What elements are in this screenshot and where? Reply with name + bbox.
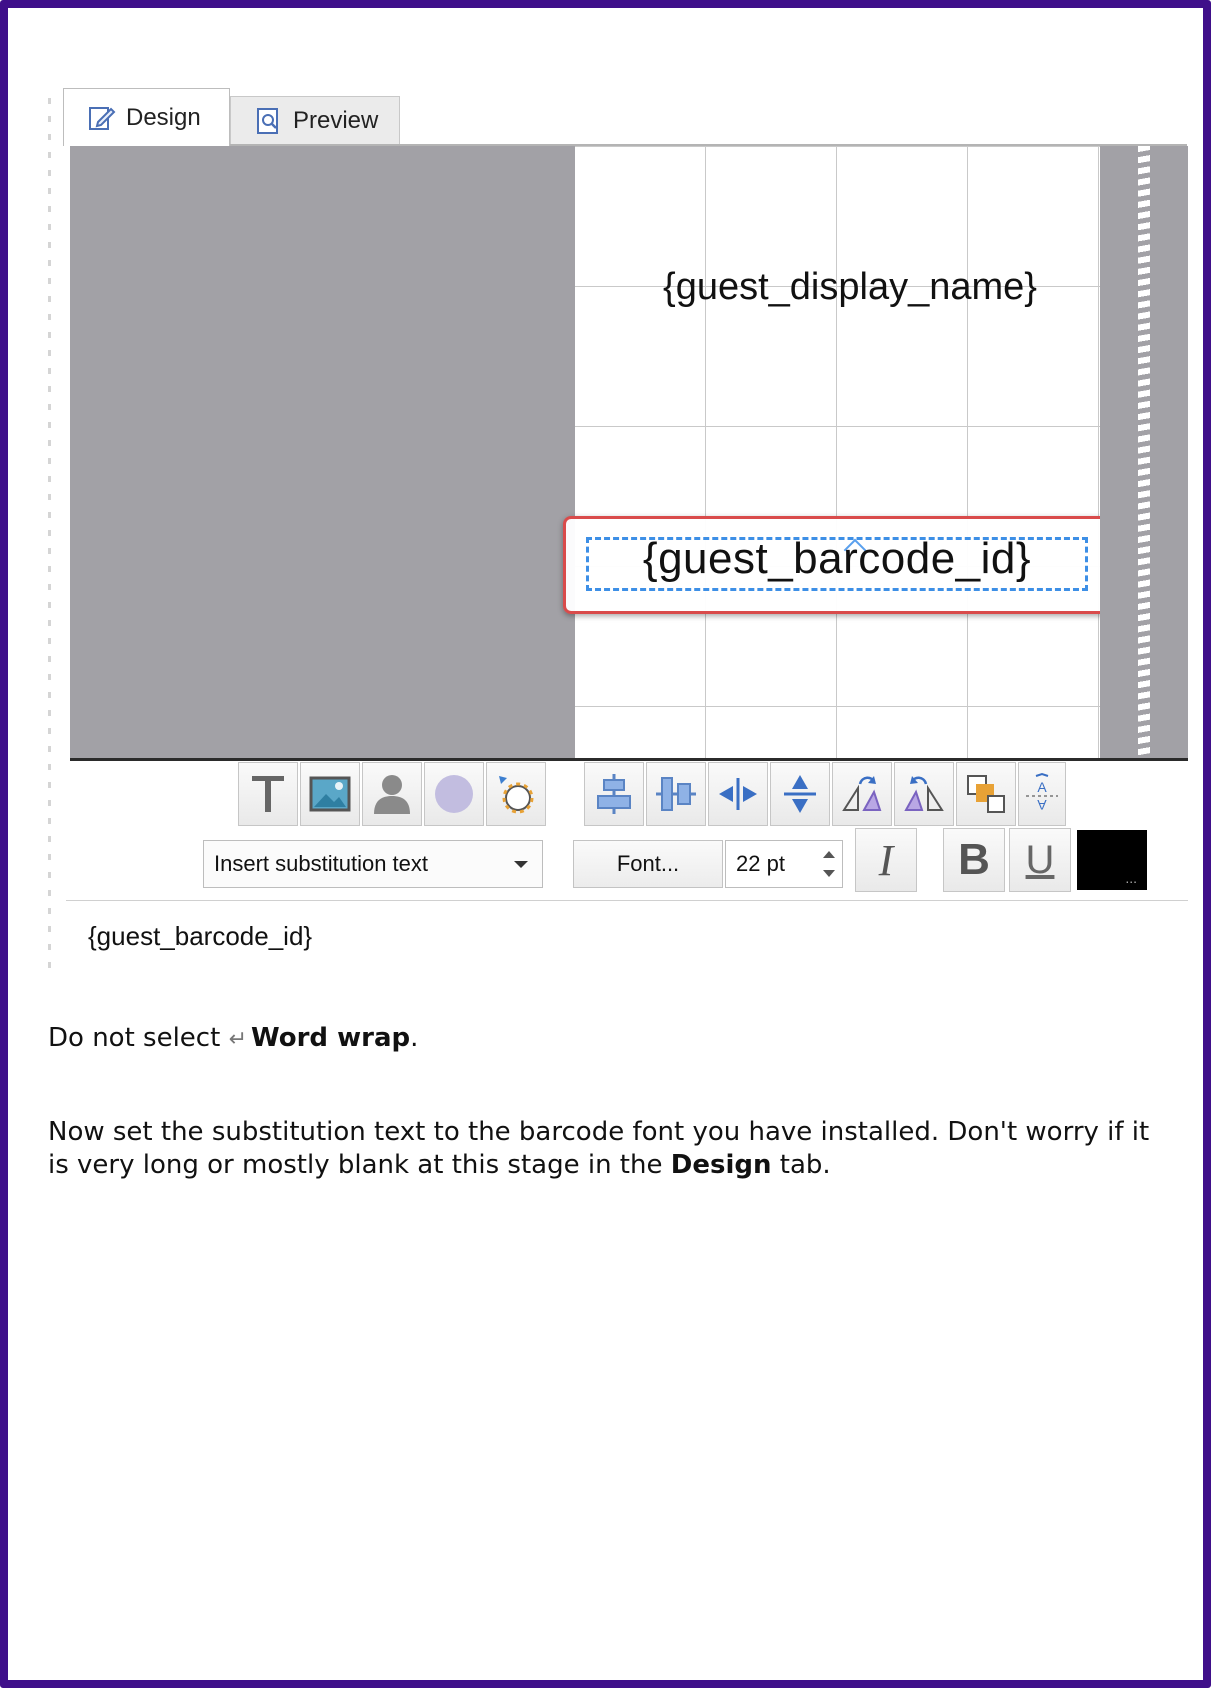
page-frame: Design Preview {guest_display_name} {gue… xyxy=(0,0,1211,1688)
align-center-horizontal-button[interactable] xyxy=(584,762,644,826)
add-shape-rotate-button[interactable] xyxy=(486,762,546,826)
bring-to-front-button[interactable] xyxy=(956,762,1016,826)
word-wrap-icon: ↵ xyxy=(228,1027,247,1052)
center-horizontally-button[interactable] xyxy=(708,762,768,826)
color-button-ellipsis: ... xyxy=(1125,870,1137,886)
font-size-stepper[interactable]: 22 pt xyxy=(725,840,843,888)
text-color-button[interactable]: ... xyxy=(1077,830,1147,890)
text-icon xyxy=(252,776,284,812)
tab-preview[interactable]: Preview xyxy=(230,96,400,144)
designer-screenshot: Design Preview {guest_display_name} {gue… xyxy=(48,68,1188,969)
person-icon xyxy=(374,775,410,814)
instruction-word-wrap: Do not select ↵ Word wrap. xyxy=(48,1022,418,1056)
word-wrap-term: Word wrap xyxy=(251,1023,411,1053)
p1-suffix: . xyxy=(410,1023,419,1053)
p2-text: Now set the substitution text to the bar… xyxy=(48,1117,1150,1180)
bold-label: B xyxy=(958,835,990,884)
highlight-callout: {guest_barcode_id} xyxy=(563,516,1109,614)
align-middle-icon xyxy=(656,777,696,811)
torn-edge-area xyxy=(1100,146,1150,758)
svg-text:A: A xyxy=(1037,779,1047,795)
bold-button[interactable]: B xyxy=(943,828,1005,892)
design-canvas[interactable]: {guest_display_name} {guest_barcode_id} xyxy=(70,146,1188,761)
tab-strip: Design Preview xyxy=(63,88,1187,146)
vertical-text-icon: A A xyxy=(1026,772,1058,813)
p1-prefix: Do not select xyxy=(48,1023,229,1053)
substitution-text-field[interactable]: {guest_barcode_id} xyxy=(66,900,1188,969)
barcode-text: {guest_barcode_id} xyxy=(642,534,1032,583)
insert-substitution-label: Insert substitution text xyxy=(214,851,428,876)
add-shape-button[interactable] xyxy=(424,762,484,826)
design-term: Design xyxy=(670,1150,772,1180)
italic-label: I xyxy=(878,835,894,885)
rotate-clockwise-icon xyxy=(842,776,882,811)
instruction-barcode-font: Now set the substitution text to the bar… xyxy=(48,1116,1168,1182)
spin-arrows-icon[interactable] xyxy=(822,851,836,877)
font-size-value: 22 pt xyxy=(736,851,785,876)
align-middle-button[interactable] xyxy=(646,762,706,826)
chevron-down-icon xyxy=(514,861,528,868)
svg-text:A: A xyxy=(1037,797,1047,813)
align-center-icon xyxy=(597,774,631,814)
vertical-text-button[interactable]: A A xyxy=(1018,762,1066,826)
tab-design-label: Design xyxy=(126,103,201,131)
add-text-button[interactable] xyxy=(238,762,298,826)
element-toolbar: A A xyxy=(238,762,1188,830)
design-edit-icon xyxy=(88,104,116,132)
torn-edge xyxy=(1138,146,1150,758)
italic-button[interactable]: I xyxy=(855,828,917,892)
tab-design[interactable]: Design xyxy=(63,88,230,146)
p2-suffix: tab. xyxy=(771,1150,831,1180)
circle-shape-icon xyxy=(435,775,473,813)
underline-label: U xyxy=(1025,837,1055,882)
rotate-counterclockwise-icon xyxy=(904,776,944,811)
preview-magnifier-icon xyxy=(255,107,283,135)
badge-card[interactable]: {guest_display_name} {guest_barcode_id} xyxy=(563,146,1109,758)
add-image-button[interactable] xyxy=(300,762,360,826)
center-vertically-button[interactable] xyxy=(770,762,830,826)
add-photo-button[interactable] xyxy=(362,762,422,826)
image-icon xyxy=(309,776,351,812)
rotate-counterclockwise-button[interactable] xyxy=(894,762,954,826)
center-vertical-icon xyxy=(784,775,816,813)
arrange-layers-icon xyxy=(967,775,1005,813)
left-dotted-rule xyxy=(48,98,51,968)
rotate-clockwise-button[interactable] xyxy=(832,762,892,826)
text-format-toolbar: Insert substitution text Font... 22 pt I… xyxy=(203,828,1188,894)
insert-substitution-dropdown[interactable]: Insert substitution text xyxy=(203,840,543,888)
font-button[interactable]: Font... xyxy=(573,840,723,888)
selected-barcode-text-element[interactable]: {guest_barcode_id} xyxy=(586,534,1088,591)
underline-button[interactable]: U xyxy=(1009,828,1071,892)
center-horizontal-icon xyxy=(719,778,757,810)
rotate-shape-icon xyxy=(499,776,534,814)
guest-name-text-element[interactable]: {guest_display_name} xyxy=(650,266,1050,309)
tab-preview-label: Preview xyxy=(293,106,379,134)
substitution-text-value: {guest_barcode_id} xyxy=(88,921,313,951)
